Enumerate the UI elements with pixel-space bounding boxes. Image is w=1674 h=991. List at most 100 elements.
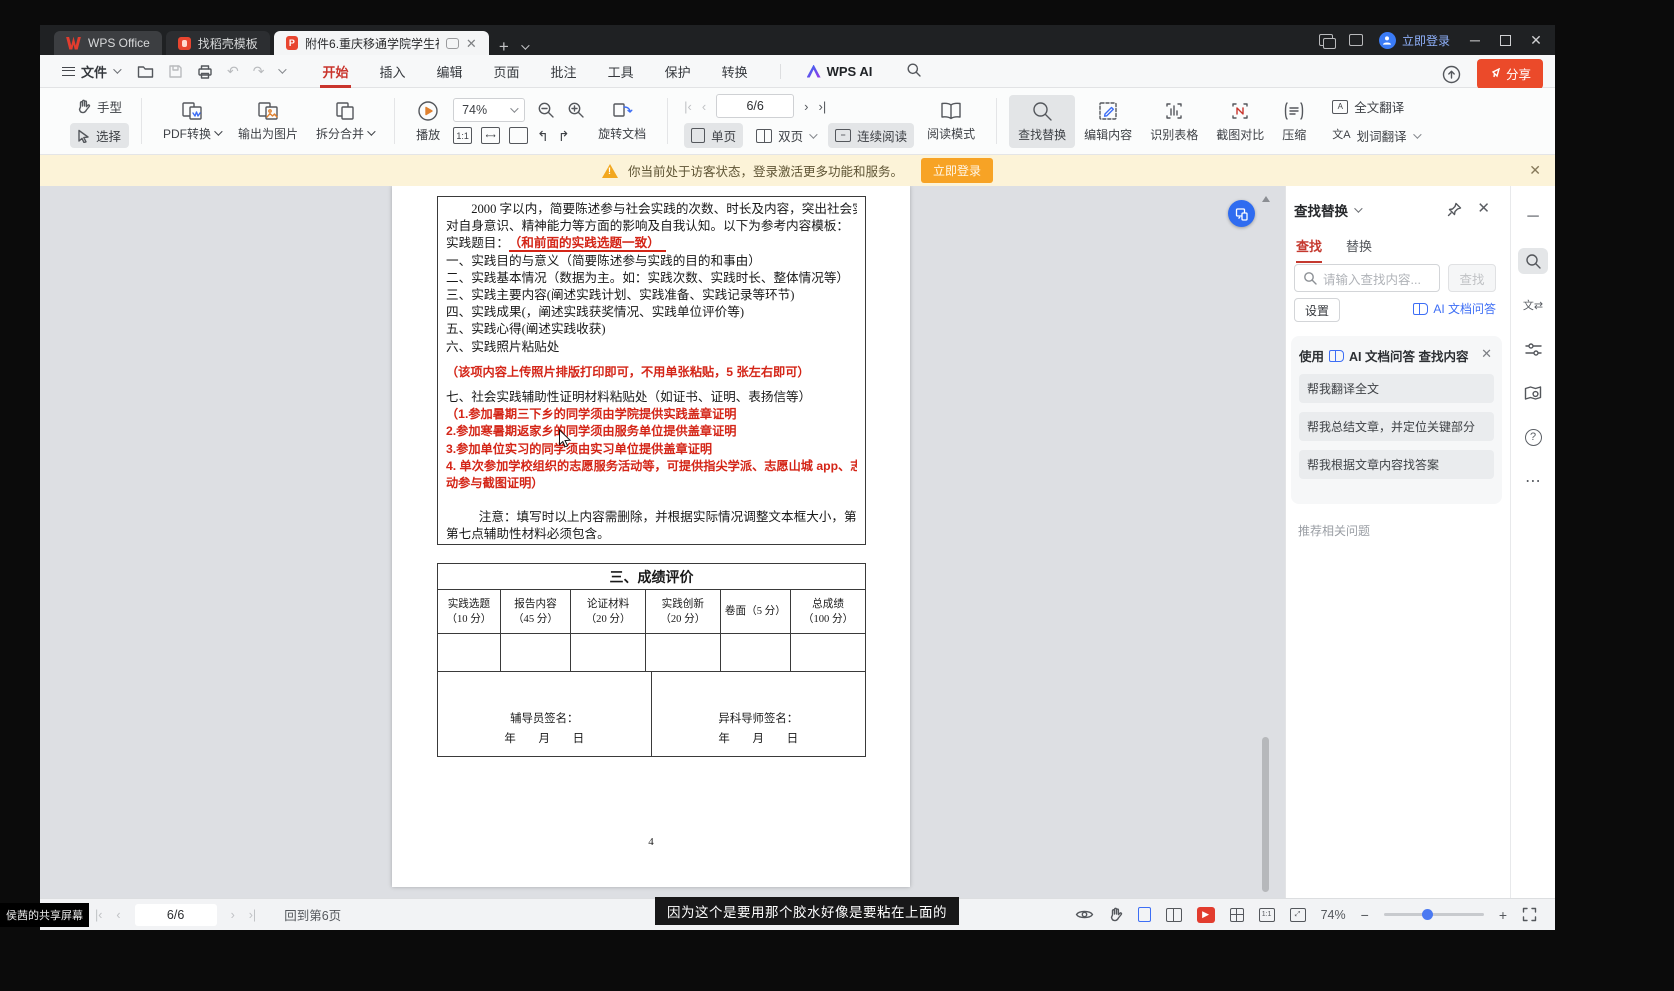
menu-item-开始[interactable]: 开始	[320, 55, 350, 88]
thumbnail-grid-icon[interactable]	[1230, 908, 1244, 922]
page-indicator[interactable]: 6/6	[716, 94, 794, 118]
fit-width-icon[interactable]: ⟷	[481, 127, 500, 144]
menu-item-插入[interactable]: 插入	[378, 55, 408, 88]
strip-help-icon[interactable]: ?	[1518, 424, 1548, 450]
single-page-view-icon[interactable]	[1138, 907, 1151, 922]
strip-search-icon[interactable]	[1518, 248, 1548, 274]
document-canvas[interactable]: 2000 字以内，简要陈述参与社会实践的次数、时长及内容，突出社会实践对自身意识…	[40, 186, 1285, 898]
redo-icon[interactable]: ↷	[253, 64, 265, 78]
last-page-icon[interactable]: ›|	[819, 99, 827, 114]
status-first-page-icon[interactable]: |‹	[95, 908, 102, 922]
split-merge-button[interactable]: 拆分合并	[307, 96, 382, 147]
status-zoom-value[interactable]: 74%	[1321, 908, 1346, 922]
tab-list-chevron-icon[interactable]	[521, 37, 527, 55]
panel-tab-查找[interactable]: 查找	[1296, 236, 1322, 263]
menu-item-页面[interactable]: 页面	[492, 55, 522, 88]
select-tool-button[interactable]: 选择	[70, 123, 129, 148]
new-tab-button[interactable]: +	[499, 38, 509, 55]
ai-doc-qa-link[interactable]: AI 文档问答	[1413, 300, 1496, 317]
login-entry[interactable]: 立即登录	[1379, 32, 1450, 49]
zoom-out-icon[interactable]	[537, 101, 555, 119]
menu-item-转换[interactable]: 转换	[720, 55, 750, 88]
minimize-button[interactable]: ─	[1466, 32, 1484, 48]
notice-login-button[interactable]: 立即登录	[921, 158, 993, 183]
quickbar-chevron-icon[interactable]	[279, 65, 287, 73]
zoom-slider[interactable]	[1384, 913, 1484, 916]
double-page-button[interactable]: 双页	[749, 123, 822, 148]
zoom-slider-knob[interactable]	[1422, 909, 1433, 920]
status-actual-size-icon[interactable]: 1:1	[1259, 908, 1275, 922]
vertical-scrollbar[interactable]	[1262, 737, 1269, 892]
zoom-in-icon[interactable]	[567, 101, 585, 119]
collapse-panel-icon[interactable]: ─	[1518, 204, 1548, 230]
open-file-icon[interactable]	[137, 64, 154, 79]
close-window-button[interactable]: ✕	[1527, 32, 1545, 49]
window-tab[interactable]: P附件6.重庆移通学院学生社会✕	[274, 31, 489, 55]
ai-suggestion-chip[interactable]: 帮我根据文章内容找答案	[1299, 450, 1494, 479]
actual-size-icon[interactable]: 1:1	[453, 127, 472, 144]
float-collapse-arrow-icon[interactable]	[1262, 196, 1270, 202]
prev-page-icon[interactable]: ‹	[702, 99, 706, 114]
status-page-indicator[interactable]: 6/6	[135, 904, 217, 926]
menu-item-工具[interactable]: 工具	[606, 55, 636, 88]
ai-card-close-icon[interactable]: ✕	[1481, 346, 1492, 362]
fullscreen-icon[interactable]	[1522, 907, 1537, 922]
autoplay-button[interactable]: ▶	[1197, 907, 1215, 923]
mobile-transfer-float-button[interactable]	[1228, 200, 1255, 227]
edit-content-button[interactable]: 编辑内容	[1075, 95, 1141, 148]
status-hand-tool-icon[interactable]	[1109, 907, 1123, 922]
ai-suggestion-chip[interactable]: 帮我翻译全文	[1299, 374, 1494, 403]
strip-options-icon[interactable]	[1518, 336, 1548, 362]
print-icon[interactable]	[197, 64, 213, 79]
find-input[interactable]: 请输入查找内容...	[1294, 264, 1440, 292]
panel-title[interactable]: 查找替换	[1294, 200, 1360, 220]
tab-comment-icon[interactable]	[446, 38, 458, 49]
zoom-in-button[interactable]: +	[1499, 908, 1507, 922]
read-mode-button[interactable]: 阅读模式	[918, 96, 984, 147]
find-settings-button[interactable]: 设置	[1294, 298, 1340, 322]
zoom-select[interactable]: 74%	[453, 98, 525, 122]
save-icon[interactable]	[168, 64, 183, 79]
status-next-page-icon[interactable]: ›	[231, 908, 235, 922]
feedback-icon[interactable]	[1442, 65, 1461, 84]
rotate-left-icon[interactable]: ↰	[537, 129, 549, 143]
status-fit-icon[interactable]: ⤢	[1290, 908, 1306, 922]
apps-icon[interactable]	[1349, 34, 1363, 46]
file-menu[interactable]: 文件	[62, 62, 119, 81]
workspace-icon[interactable]	[1319, 34, 1333, 46]
recognize-table-button[interactable]: 识别表格	[1141, 95, 1207, 148]
status-prev-page-icon[interactable]: ‹	[116, 908, 120, 922]
single-page-button[interactable]: 单页	[684, 123, 743, 148]
panel-tab-替换[interactable]: 替换	[1346, 236, 1372, 263]
menu-item-保护[interactable]: 保护	[663, 55, 693, 88]
window-tab[interactable]: 找稻壳模板	[166, 31, 270, 55]
wps-ai-button[interactable]: WPS AI	[780, 64, 873, 79]
strip-navigate-icon[interactable]	[1518, 380, 1548, 406]
full-translate-button[interactable]: A 全文翻译	[1325, 94, 1425, 119]
pin-icon[interactable]	[1447, 202, 1462, 217]
first-page-icon[interactable]: |‹	[684, 99, 692, 114]
continuous-read-button[interactable]: ═连续阅读	[828, 123, 914, 148]
rotate-document-button[interactable]: 旋转文档	[589, 96, 655, 147]
play-slideshow-button[interactable]: 播放	[407, 95, 449, 148]
status-last-page-icon[interactable]: ›|	[249, 908, 256, 922]
rotate-right-icon[interactable]: ↱	[558, 129, 570, 143]
double-page-view-icon[interactable]	[1166, 908, 1182, 922]
share-button[interactable]: 分享	[1477, 59, 1543, 89]
export-as-image-button[interactable]: 输出为图片	[229, 96, 307, 147]
maximize-button[interactable]	[1500, 35, 1511, 46]
menu-item-批注[interactable]: 批注	[549, 55, 579, 88]
menu-item-编辑[interactable]: 编辑	[435, 55, 465, 88]
find-replace-button[interactable]: 查找替换	[1009, 95, 1075, 148]
word-translate-button[interactable]: 文A 划词翻译	[1325, 123, 1425, 148]
compress-button[interactable]: 压缩	[1273, 95, 1315, 148]
pdf-convert-button[interactable]: PDF转换	[154, 96, 229, 147]
menu-search-icon[interactable]	[906, 62, 922, 81]
back-to-page-button[interactable]: 回到第6页	[284, 905, 341, 924]
zoom-out-button[interactable]: −	[1361, 908, 1369, 922]
tab-close-icon[interactable]: ✕	[466, 37, 477, 50]
undo-icon[interactable]: ↶	[227, 64, 239, 78]
next-page-icon[interactable]: ›	[804, 99, 808, 114]
hand-tool-button[interactable]: 手型	[70, 94, 129, 119]
strip-translate-icon[interactable]: 文⇄	[1518, 292, 1548, 318]
